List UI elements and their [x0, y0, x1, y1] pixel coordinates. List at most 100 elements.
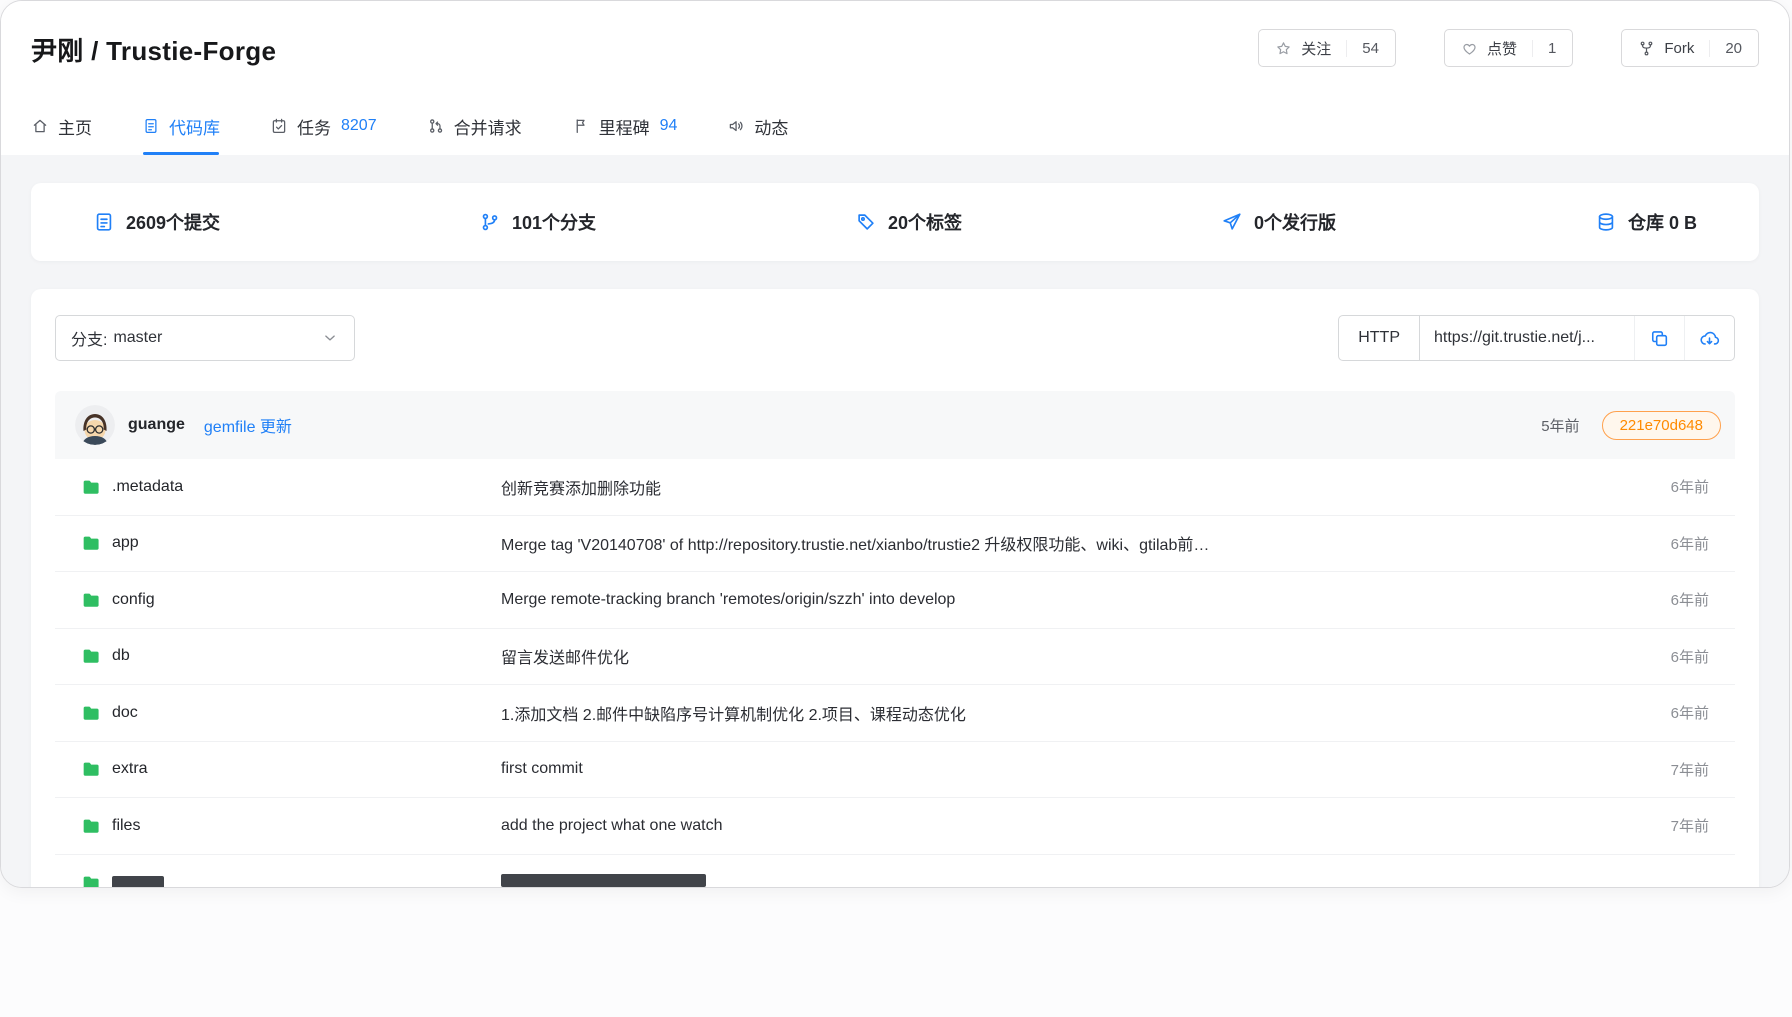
- file-commit-message[interactable]: 1.添加文档 2.邮件中缺陷序号计算机制优化 2.项目、课程动态优化: [501, 701, 1647, 725]
- file-commit-time: 7年前: [1647, 759, 1709, 780]
- praise-button[interactable]: 点赞 1: [1444, 29, 1573, 67]
- copy-url-button[interactable]: [1634, 316, 1684, 360]
- tab-tasks-count: 8207: [341, 117, 377, 135]
- fork-label: Fork: [1664, 40, 1694, 57]
- file-commit-message[interactable]: 创新竞赛添加删除功能: [501, 475, 1647, 499]
- tab-tasks[interactable]: 任务 8207: [270, 97, 377, 155]
- file-row[interactable]: db 留言发送邮件优化 6年前: [55, 629, 1735, 686]
- latest-commit-bar: guange gemfile 更新 5年前 221e70d648: [55, 391, 1735, 459]
- file-row[interactable]: doc 1.添加文档 2.邮件中缺陷序号计算机制优化 2.项目、课程动态优化 6…: [55, 685, 1735, 742]
- tab-home-label: 主页: [58, 114, 92, 139]
- file-row[interactable]: files add the project what one watch 7年前: [55, 798, 1735, 855]
- file-commit-time: 6年前: [1647, 646, 1709, 667]
- file-name[interactable]: extra: [112, 760, 148, 778]
- fork-count: 20: [1709, 40, 1742, 57]
- commit-message-link[interactable]: gemfile 更新: [204, 413, 292, 437]
- file-name-cell: [55, 873, 501, 888]
- folder-icon: [81, 759, 101, 779]
- file-commit-message[interactable]: Merge remote-tracking branch 'remotes/or…: [501, 591, 1647, 609]
- watch-button[interactable]: 关注 54: [1258, 29, 1396, 67]
- stat-releases[interactable]: 0个发行版: [1221, 209, 1336, 235]
- file-row[interactable]: config Merge remote-tracking branch 'rem…: [55, 572, 1735, 629]
- tab-merge-requests-label: 合并请求: [454, 114, 522, 139]
- file-name-cell: app: [55, 533, 501, 553]
- stat-tags-label: 20个标签: [888, 209, 962, 235]
- branch-selector[interactable]: 分支: master: [55, 315, 355, 361]
- commit-author[interactable]: guange: [128, 416, 185, 434]
- header-actions: 关注 54 点赞 1 Fork 20: [1258, 29, 1759, 67]
- milestone-icon: [572, 117, 590, 135]
- file-table: .metadata 创新竞赛添加删除功能 6年前 app Merge tag '…: [55, 459, 1735, 888]
- heart-icon: [1461, 40, 1478, 57]
- stat-repo-size-label: 仓库 0 B: [1628, 209, 1697, 235]
- file-name[interactable]: config: [112, 591, 155, 609]
- folder-icon: [81, 646, 101, 666]
- copy-icon: [1649, 328, 1670, 349]
- fork-icon: [1638, 40, 1655, 57]
- tab-merge-requests[interactable]: 合并请求: [427, 97, 522, 155]
- file-commit-time: 6年前: [1647, 702, 1709, 723]
- file-row[interactable]: .metadata 创新竞赛添加删除功能 6年前: [55, 459, 1735, 516]
- tab-activity[interactable]: 动态: [727, 97, 788, 155]
- folder-icon: [81, 533, 101, 553]
- repo-stats-card: 2609个提交 101个分支 20个标签: [31, 183, 1759, 261]
- commit-hash-badge[interactable]: 221e70d648: [1602, 411, 1721, 440]
- file-commit-message: [501, 874, 1647, 888]
- branch-label: 分支:: [71, 326, 107, 350]
- file-name-cell: doc: [55, 703, 501, 723]
- file-commit-time: 6年前: [1647, 476, 1709, 497]
- download-button[interactable]: [1684, 316, 1734, 360]
- file-name[interactable]: db: [112, 647, 130, 665]
- file-name[interactable]: files: [112, 817, 140, 835]
- activity-icon: [727, 117, 745, 135]
- file-name[interactable]: .metadata: [112, 478, 183, 496]
- folder-icon: [81, 873, 101, 888]
- tab-code[interactable]: 代码库: [142, 97, 220, 155]
- file-commit-message[interactable]: add the project what one watch: [501, 817, 1647, 835]
- file-commit-message[interactable]: first commit: [501, 760, 1647, 778]
- repo-header: 尹刚 / Trustie-Forge 关注 54 点赞 1: [1, 1, 1789, 97]
- commit-time: 5年前: [1541, 415, 1579, 436]
- clone-url-input[interactable]: https://git.trustie.net/j...: [1420, 316, 1634, 360]
- file-commit-message[interactable]: Merge tag 'V20140708' of http://reposito…: [501, 531, 1647, 555]
- stat-commits-label: 2609个提交: [126, 209, 220, 235]
- praise-count: 1: [1532, 40, 1556, 57]
- cloud-download-icon: [1699, 328, 1720, 349]
- home-icon: [31, 117, 49, 135]
- tab-tasks-label: 任务: [297, 114, 331, 139]
- stat-tags[interactable]: 20个标签: [855, 209, 962, 235]
- file-name-cell: extra: [55, 759, 501, 779]
- code-repo-icon: [142, 117, 160, 135]
- protocol-button[interactable]: HTTP: [1339, 316, 1420, 360]
- stat-commits[interactable]: 2609个提交: [93, 209, 220, 235]
- folder-icon: [81, 703, 101, 723]
- file-row-clipped[interactable]: [55, 855, 1735, 889]
- file-name-cell: db: [55, 646, 501, 666]
- clipped-text: [501, 874, 706, 887]
- folder-icon: [81, 816, 101, 836]
- file-name-cell: config: [55, 590, 501, 610]
- file-row[interactable]: app Merge tag 'V20140708' of http://repo…: [55, 516, 1735, 573]
- file-commit-time: 7年前: [1647, 815, 1709, 836]
- tab-milestones[interactable]: 里程碑 94: [572, 97, 678, 155]
- repo-files-card: 分支: master HTTP https://git.trustie.net/…: [31, 289, 1759, 888]
- avatar[interactable]: [75, 405, 115, 445]
- folder-icon: [81, 477, 101, 497]
- tag-icon: [855, 211, 877, 233]
- branch-value: master: [113, 329, 162, 347]
- repo-content: 2609个提交 101个分支 20个标签: [1, 155, 1789, 887]
- pull-request-icon: [427, 117, 445, 135]
- screen: 尹刚 / Trustie-Forge 关注 54 点赞 1: [0, 0, 1792, 1017]
- tab-code-label: 代码库: [169, 114, 220, 139]
- tab-home[interactable]: 主页: [31, 97, 92, 155]
- stat-branches[interactable]: 101个分支: [479, 209, 596, 235]
- file-row[interactable]: extra first commit 7年前: [55, 742, 1735, 799]
- stat-releases-label: 0个发行版: [1254, 209, 1336, 235]
- repo-title[interactable]: 尹刚 / Trustie-Forge: [31, 31, 276, 68]
- file-name[interactable]: app: [112, 534, 139, 552]
- file-commit-message[interactable]: 留言发送邮件优化: [501, 644, 1647, 668]
- file-name[interactable]: doc: [112, 704, 138, 722]
- watch-count: 54: [1346, 40, 1379, 57]
- fork-button[interactable]: Fork 20: [1621, 29, 1759, 67]
- stat-repo-size[interactable]: 仓库 0 B: [1595, 209, 1697, 235]
